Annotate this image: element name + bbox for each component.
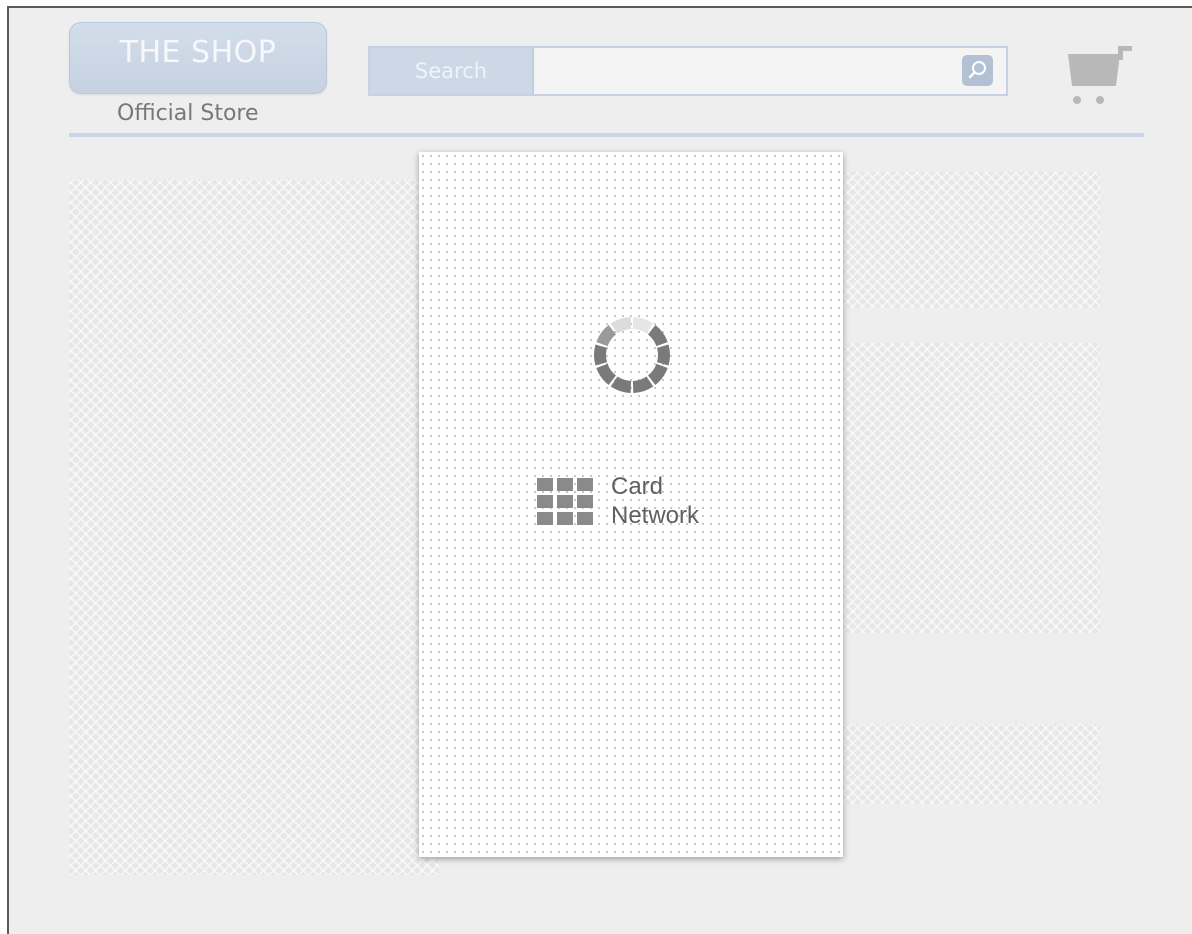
product-tile-middle [843,343,1100,633]
spinner-segment [596,325,616,347]
product-tile-bottom [843,724,1100,804]
product-tile-large [69,179,439,875]
brand-line-2: Network [611,502,700,529]
card-network-brand: Card Network [537,472,699,530]
brand-name: Card Network [611,472,699,530]
shopping-cart-icon [1068,46,1132,104]
spinner-segment [648,363,668,385]
product-tile-top [843,172,1100,308]
search-input[interactable] [534,48,1006,94]
shop-logo-text: THE SHOP [119,34,277,70]
shop-logo[interactable]: THE SHOP [69,22,327,94]
search-button[interactable] [962,55,993,86]
loading-spinner-icon [594,317,670,393]
store-tagline: Official Store [117,101,259,126]
spinner-segment [632,376,654,393]
search-label: Search [370,48,534,94]
spinner-segment [632,317,654,334]
brand-line-1: Card [611,473,664,500]
spinner-segment [594,344,608,366]
search-bar: Search [368,46,1008,96]
card-network-overlay: Card Network [419,152,843,857]
spinner-segment [648,325,668,347]
spinner-segment [596,363,616,385]
spinner-segment [610,376,632,393]
spinner-segment [610,317,632,334]
magnifier-icon [968,61,986,79]
cart-button[interactable] [1062,42,1134,112]
header-divider [69,133,1144,137]
spinner-segment [656,344,670,366]
grid-logo-icon [537,477,593,525]
